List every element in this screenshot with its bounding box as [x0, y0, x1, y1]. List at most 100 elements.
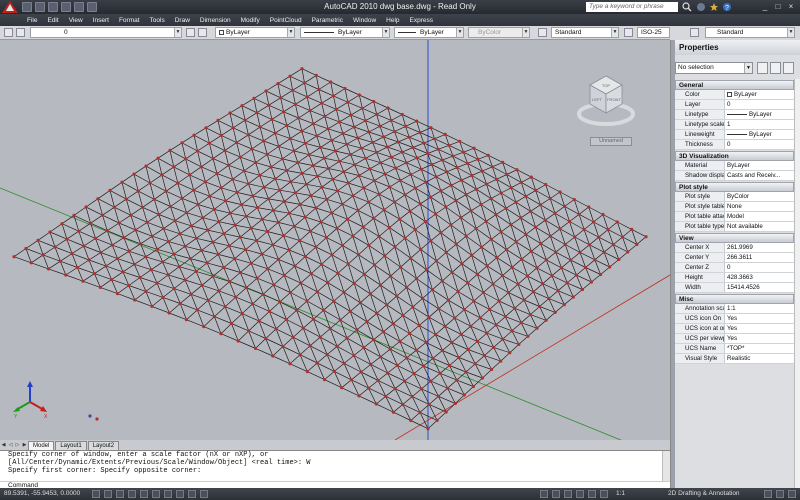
minimize-button[interactable]: _ — [760, 1, 770, 12]
property-row[interactable]: Center X 261.9969 — [675, 243, 794, 253]
property-value[interactable]: Yes — [725, 334, 794, 343]
first-tab-icon[interactable]: ◀ — [0, 441, 7, 450]
property-value[interactable]: None — [725, 202, 794, 211]
tab-model[interactable]: Model — [28, 441, 55, 450]
property-row[interactable]: Layer 0 — [675, 100, 794, 110]
layer-previous-icon[interactable] — [198, 28, 207, 37]
otrack-icon[interactable] — [152, 490, 160, 498]
section-header-3d-visualization[interactable]: 3D Visualization — [675, 151, 794, 161]
property-value[interactable]: 1 — [725, 120, 794, 129]
menu-dimension[interactable]: Dimension — [195, 17, 236, 24]
menu-tools[interactable]: Tools — [145, 17, 170, 24]
property-value[interactable]: Realistic — [725, 354, 794, 363]
status-menu-icon[interactable] — [788, 490, 796, 498]
property-row[interactable]: Thickness 0 — [675, 140, 794, 150]
document-icon[interactable] — [0, 14, 22, 26]
layer-properties-icon[interactable] — [4, 28, 13, 37]
property-row[interactable]: UCS Name *TOP* — [675, 344, 794, 354]
table-style-icon[interactable] — [690, 28, 699, 37]
search-icon[interactable] — [682, 2, 692, 12]
property-value[interactable]: ByLayer — [725, 110, 794, 119]
polar-icon[interactable] — [128, 490, 136, 498]
dyn-icon[interactable] — [176, 490, 184, 498]
property-value[interactable]: 266.3611 — [725, 253, 794, 262]
dim-style-dropdown[interactable]: ISO-25 — [637, 27, 670, 38]
annotation-scale[interactable]: 1:1 — [616, 490, 625, 497]
menu-edit[interactable]: Edit — [42, 17, 63, 24]
quick-select-icon[interactable] — [783, 62, 794, 74]
property-value[interactable]: 1:1 — [725, 304, 794, 313]
property-value[interactable]: 15414.4526 — [725, 283, 794, 292]
property-value[interactable]: 0 — [725, 140, 794, 149]
property-row[interactable]: Material ByLayer — [675, 161, 794, 171]
color-dropdown[interactable]: ByLayer ▼ — [215, 27, 295, 38]
menu-modify[interactable]: Modify — [236, 17, 265, 24]
menu-help[interactable]: Help — [381, 17, 404, 24]
section-header-plot-style[interactable]: Plot style — [675, 182, 794, 192]
osnap-icon[interactable] — [140, 490, 148, 498]
dim-style-icon[interactable] — [624, 28, 633, 37]
menu-express[interactable]: Express — [405, 17, 438, 24]
property-value[interactable]: 0 — [725, 263, 794, 272]
property-value[interactable]: ByLayer — [725, 90, 794, 99]
lineweight-toggle-icon[interactable] — [188, 490, 196, 498]
prev-tab-icon[interactable]: ◁ — [7, 441, 14, 450]
text-style-icon[interactable] — [538, 28, 547, 37]
model-viewport[interactable]: TOP LEFT FRONT Unnamed Y X — [0, 40, 670, 440]
steering-wheel-icon[interactable] — [588, 490, 596, 498]
property-value[interactable]: Yes — [725, 324, 794, 333]
mesh-drawing[interactable] — [0, 40, 670, 440]
search-input[interactable]: Type a keyword or phrase — [586, 2, 678, 12]
layer-state-icon[interactable] — [16, 28, 25, 37]
viewcube-icon[interactable]: TOP LEFT FRONT — [576, 68, 636, 138]
toolbar-lock-icon[interactable] — [764, 490, 772, 498]
property-value[interactable]: ByLayer — [725, 130, 794, 139]
ducs-icon[interactable] — [164, 490, 172, 498]
menu-window[interactable]: Window — [348, 17, 381, 24]
menu-format[interactable]: Format — [114, 17, 145, 24]
table-style-dropdown[interactable]: Standard ▼ — [705, 27, 795, 38]
favorites-icon[interactable] — [709, 2, 719, 12]
property-value[interactable]: 261.9969 — [725, 243, 794, 252]
property-row[interactable]: Linetype scale 1 — [675, 120, 794, 130]
zoom-icon[interactable] — [576, 490, 584, 498]
model-space-icon[interactable] — [540, 490, 548, 498]
command-scrollbar[interactable] — [662, 451, 670, 481]
property-row[interactable]: Annotation scale1:1 — [675, 304, 794, 314]
selection-dropdown[interactable]: No selection ▼ — [675, 62, 753, 74]
property-row[interactable]: Center Y 266.3611 — [675, 253, 794, 263]
showmotion-icon[interactable] — [600, 490, 608, 498]
menu-parametric[interactable]: Parametric — [307, 17, 348, 24]
property-row[interactable]: UCS icon at originYes — [675, 324, 794, 334]
section-header-general[interactable]: General — [675, 80, 794, 90]
grid-icon[interactable] — [104, 490, 112, 498]
help-icon[interactable]: ? — [722, 2, 732, 12]
menu-draw[interactable]: Draw — [170, 17, 195, 24]
property-row[interactable]: Color ByLayer — [675, 90, 794, 100]
communication-center-icon[interactable] — [696, 2, 706, 12]
property-row[interactable]: Width 15414.4526 — [675, 283, 794, 293]
snap-icon[interactable] — [92, 490, 100, 498]
next-tab-icon[interactable]: ▷ — [14, 441, 21, 450]
toggle-pickadd-icon[interactable] — [757, 62, 768, 74]
text-style-dropdown[interactable]: Standard ▼ — [551, 27, 619, 38]
layer-dropdown[interactable]: 0 ▼ — [30, 27, 182, 38]
command-window[interactable]: Specify corner of window, enter a scale … — [0, 450, 670, 489]
menu-pointcloud[interactable]: PointCloud — [265, 17, 307, 24]
select-objects-icon[interactable] — [770, 62, 781, 74]
make-current-layer-icon[interactable] — [186, 28, 195, 37]
property-value[interactable]: Casts and Receiv... — [725, 171, 794, 180]
lineweight-dropdown[interactable]: ByLayer ▼ — [394, 27, 464, 38]
workspace-switcher[interactable]: 2D Drafting & Annotation — [668, 490, 740, 497]
property-value[interactable]: Model — [725, 212, 794, 221]
property-row[interactable]: UCS icon On Yes — [675, 314, 794, 324]
linetype-dropdown[interactable]: ByLayer ▼ — [300, 27, 390, 38]
ortho-icon[interactable] — [116, 490, 124, 498]
section-header-misc[interactable]: Misc — [675, 294, 794, 304]
property-row[interactable]: UCS per viewportYes — [675, 334, 794, 344]
property-row[interactable]: Lineweight ByLayer — [675, 130, 794, 140]
property-value[interactable]: *TOP* — [725, 344, 794, 353]
menu-view[interactable]: View — [64, 17, 88, 24]
pan-icon[interactable] — [564, 490, 572, 498]
property-row[interactable]: Center Z0 — [675, 263, 794, 273]
